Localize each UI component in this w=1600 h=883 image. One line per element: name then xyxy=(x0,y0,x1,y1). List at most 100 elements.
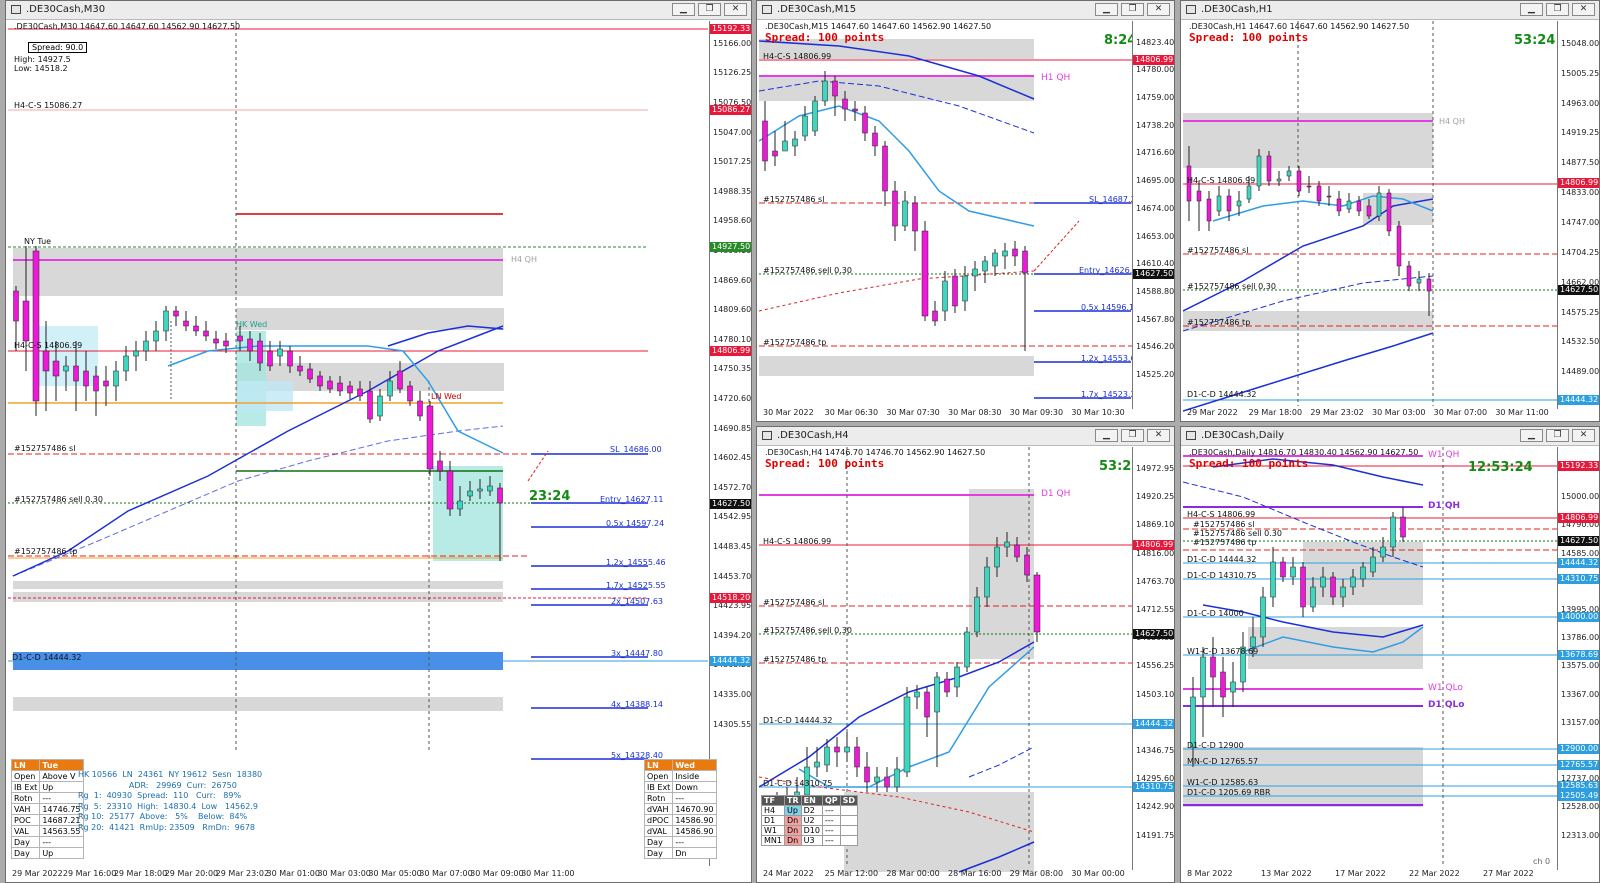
chart-window-m15[interactable]: .DE30Cash,M15 ▁ ❐ ✕ .DE30Cash,M15 14647.… xyxy=(756,0,1175,422)
candle-body xyxy=(1290,566,1296,578)
candle-body xyxy=(1416,278,1422,284)
time-axis: 29 Mar 2022 29 Mar 18:00 29 Mar 23:02 30 Ma… xyxy=(1183,407,1556,419)
candle-body xyxy=(1426,278,1432,292)
title-bar[interactable]: .DE30Cash,H1 ▁ ❐ ✕ xyxy=(1181,1,1599,20)
chart-icon xyxy=(762,431,772,440)
window-title: .DE30Cash,M30 xyxy=(26,4,106,15)
line-label: W1-C-D 13678.69 xyxy=(1187,647,1259,656)
candle-body xyxy=(934,676,940,713)
maximize-button[interactable]: ❐ xyxy=(1121,429,1144,442)
chart-plot-area[interactable]: .DE30Cash,M30 14647.60 14647.60 14562.90… xyxy=(8,21,751,880)
price-marker: 14000.00 xyxy=(1558,612,1599,622)
candle-body xyxy=(974,596,980,633)
maximize-button[interactable]: ❐ xyxy=(1121,3,1144,16)
candle-body xyxy=(1366,205,1372,217)
candle-body xyxy=(426,405,434,470)
line-label: #152757486 sl xyxy=(763,195,825,204)
price-marker: 14627.50 xyxy=(1133,269,1174,279)
line-label: H4-C-S 14806.99 xyxy=(1187,510,1256,519)
chart-plot-area[interactable]: .DE30Cash,H1 14647.60 14647.60 14562.90 … xyxy=(1183,21,1599,421)
fib-label: 0.5x 14596.15 xyxy=(1081,303,1140,312)
candle-body xyxy=(367,390,373,420)
candle-body xyxy=(93,375,99,392)
candle-body xyxy=(994,546,1000,568)
chart-plot-area[interactable]: .DE30Cash,M15 14647.60 14647.60 14562.90… xyxy=(759,21,1174,419)
candle-body xyxy=(782,140,788,152)
chart-plot-area[interactable]: .DE30Cash,H4 14746.70 14746.70 14562.90 … xyxy=(759,447,1174,880)
price-marker: 14444.32 xyxy=(1558,558,1599,568)
candle-body xyxy=(446,470,454,510)
time-tick-label: 30 Mar 10:30 xyxy=(1071,408,1125,417)
minimize-button[interactable]: ▁ xyxy=(1095,3,1118,16)
candle-body xyxy=(1012,248,1018,257)
candle-body xyxy=(32,250,40,402)
line-label: H1 QH xyxy=(1041,73,1071,83)
chart-window-h4[interactable]: .DE30Cash,H4 ▁ ❐ ✕ .DE30Cash,H4 14746.70… xyxy=(756,426,1175,883)
chart-window-m30[interactable]: .DE30Cash,M30 ▁ ❐ ✕ .DE30Cash,M30 14647.… xyxy=(5,0,752,883)
close-button[interactable]: ✕ xyxy=(1572,429,1595,442)
candle-body xyxy=(982,260,988,272)
price-markers: 14806.99 14627.50 xyxy=(1132,21,1174,409)
candle-body xyxy=(903,696,911,773)
candle-body xyxy=(1270,561,1276,598)
candle-body xyxy=(223,340,229,347)
chart-plot-area[interactable]: .DE30Cash,Daily 14816.70 14830.40 14562.… xyxy=(1183,447,1599,880)
title-bar[interactable]: .DE30Cash,Daily ▁ ❐ ✕ xyxy=(1181,427,1599,446)
candle-body xyxy=(1200,656,1206,698)
candle-body xyxy=(337,382,343,392)
close-button[interactable]: ✕ xyxy=(1147,429,1170,442)
candle-body xyxy=(944,678,950,693)
candle-body xyxy=(63,365,69,372)
close-button[interactable]: ✕ xyxy=(1572,3,1595,16)
time-axis: 30 Mar 2022 30 Mar 06:30 30 Mar 07:30 30 Ma… xyxy=(759,407,1131,419)
candle-body xyxy=(1376,192,1382,217)
line-label: D1-C-D 14444.32 xyxy=(1187,390,1257,399)
chart-canvas[interactable] xyxy=(1183,21,1599,421)
candle-body xyxy=(912,202,918,232)
chart-window-h1[interactable]: .DE30Cash,H1 ▁ ❐ ✕ .DE30Cash,H1 14647.60… xyxy=(1180,0,1600,422)
title-bar[interactable]: .DE30Cash,M30 ▁ ❐ ✕ xyxy=(6,1,751,20)
candle-body xyxy=(954,666,960,688)
close-button[interactable]: ✕ xyxy=(724,3,747,16)
time-tick-label: 30 Mar 11:00 xyxy=(521,869,575,878)
candle-body xyxy=(802,115,808,137)
minimize-button[interactable]: ▁ xyxy=(1095,429,1118,442)
candle-body xyxy=(327,380,333,390)
candle-body xyxy=(964,631,970,668)
fib-label: 1.2x_14555.46 xyxy=(606,558,666,567)
price-marker: 12505.49 xyxy=(1558,791,1599,801)
time-tick-label: 17 Mar 2022 xyxy=(1335,869,1386,878)
candle-body xyxy=(1220,671,1226,698)
title-bar[interactable]: .DE30Cash,H4 ▁ ❐ ✕ xyxy=(757,427,1174,446)
candle-body xyxy=(1033,574,1041,633)
candle-body xyxy=(1346,200,1352,210)
candle-body xyxy=(477,488,483,492)
line-label: D1-C-D 12900 xyxy=(1187,741,1244,750)
candle-body xyxy=(133,350,139,357)
line-label: #152757486 sell 0.30 xyxy=(1193,529,1282,538)
candle-body xyxy=(1370,556,1376,573)
candle-body xyxy=(902,200,908,227)
maximize-button[interactable]: ❐ xyxy=(698,3,721,16)
candle-body xyxy=(1280,561,1286,578)
session-table-right: LN Wed Open Inside IB Ext Down Rotn --- dVAH 1467… xyxy=(643,759,717,859)
ohlc-readout: .DE30Cash,H4 14746.70 14746.70 14562.90 … xyxy=(765,448,986,457)
maximize-button[interactable]: ❐ xyxy=(1546,3,1569,16)
candle-body xyxy=(143,340,149,352)
price-marker: 14806.99 xyxy=(1133,55,1174,65)
price-marker: 14627.50 xyxy=(1558,536,1599,546)
maximize-button[interactable]: ❐ xyxy=(1546,429,1569,442)
time-tick-label: 29 Mar 2022 xyxy=(1187,408,1238,417)
candle-body xyxy=(832,80,838,97)
minimize-button[interactable]: ▁ xyxy=(672,3,695,16)
candle-body xyxy=(814,761,820,768)
close-button[interactable]: ✕ xyxy=(1147,3,1170,16)
minimize-button[interactable]: ▁ xyxy=(1520,429,1543,442)
fib-label: SL_14686.00 xyxy=(610,445,662,454)
time-tick-label: 29 Mar 20:00 xyxy=(164,869,219,878)
candle-body xyxy=(357,388,363,397)
spread-label: Spread: 100 points xyxy=(765,457,885,470)
minimize-button[interactable]: ▁ xyxy=(1520,3,1543,16)
title-bar[interactable]: .DE30Cash,M15 ▁ ❐ ✕ xyxy=(757,1,1174,20)
chart-window-daily[interactable]: .DE30Cash,Daily ▁ ❐ ✕ .DE30Cash,Daily 14… xyxy=(1180,426,1600,883)
